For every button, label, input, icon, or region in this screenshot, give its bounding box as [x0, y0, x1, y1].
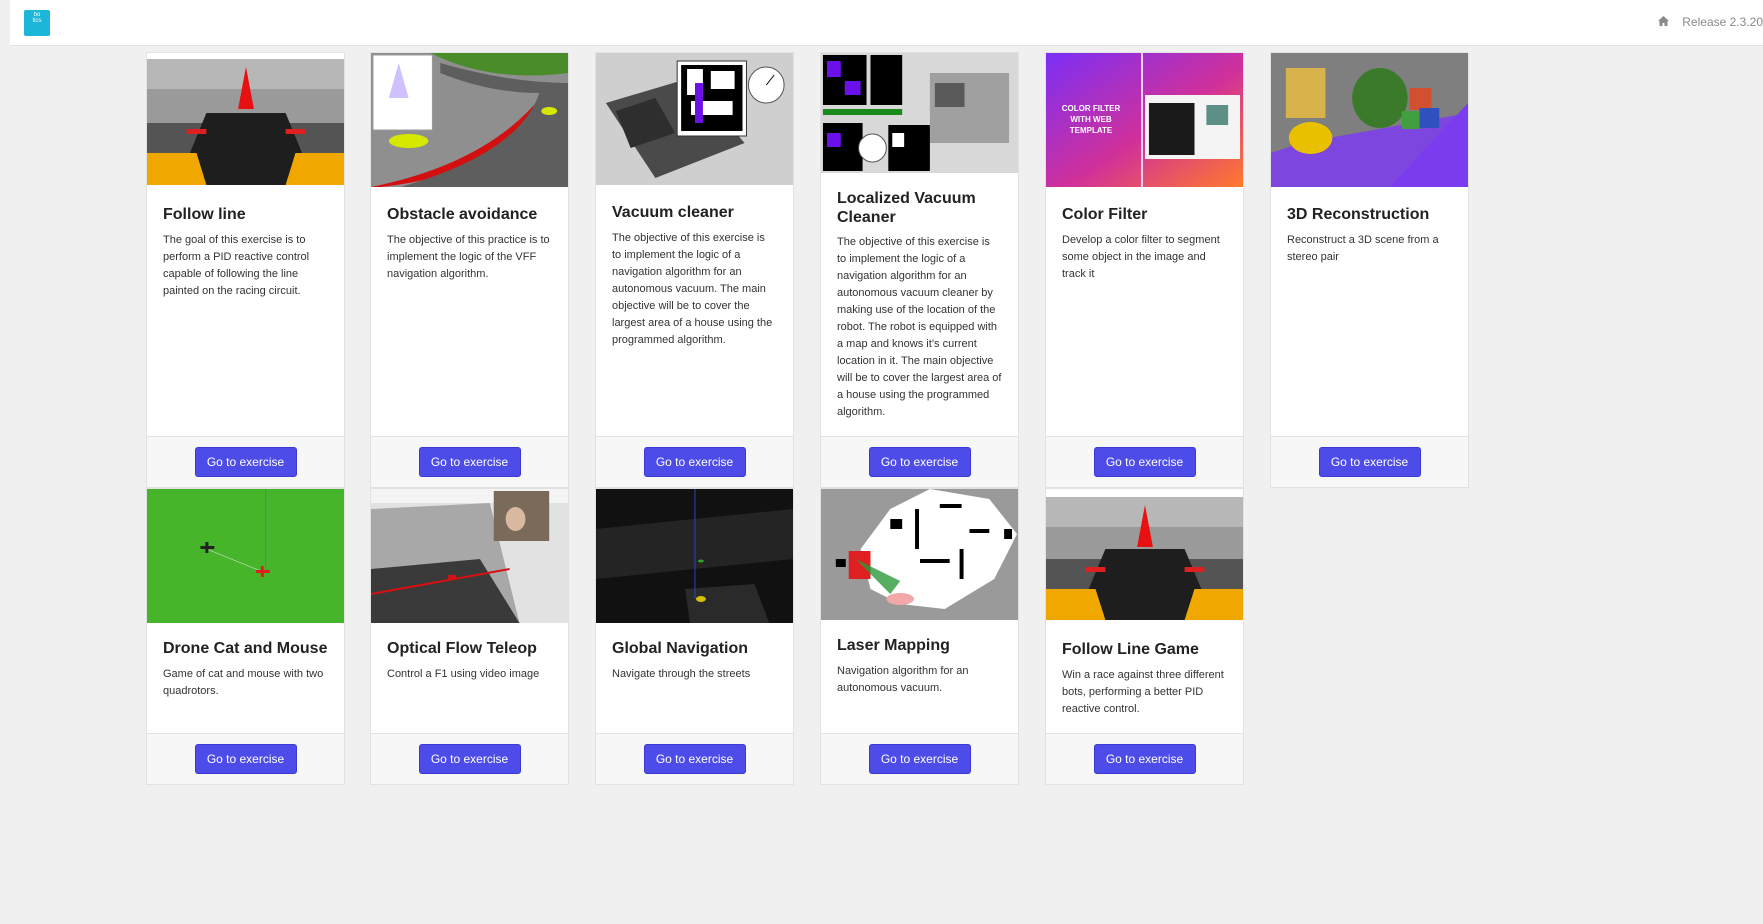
- vacuum-cleaner-thumbnail: [596, 53, 793, 185]
- exercise-card-laser-mapping: Laser Mapping Navigation algorithm for a…: [820, 488, 1019, 785]
- card-title: Vacuum cleaner: [612, 204, 734, 221]
- exercise-card-obstacle-avoidance: Obstacle avoidance The objective of this…: [370, 52, 569, 488]
- card-title: Optical Flow Teleop: [387, 640, 537, 657]
- card-description: Reconstruct a 3D scene from a stereo pai…: [1287, 234, 1439, 263]
- card-description: Game of cat and mouse with two quadrotor…: [163, 668, 324, 697]
- go-to-exercise-button[interactable]: Go to exercise: [418, 447, 521, 477]
- card-footer: Go to exercise: [821, 733, 1018, 784]
- card-footer: Go to exercise: [1046, 733, 1243, 784]
- color-filter-thumbnail: COLOR FILTER WITH WEB TEMPLATE: [1046, 53, 1243, 187]
- 3d-reconstruction-thumbnail: [1271, 53, 1468, 187]
- optical-flow-thumbnail: [371, 489, 568, 623]
- card-description: The objective of this exercise is to imp…: [837, 236, 1002, 418]
- card-title: Global Navigation: [612, 640, 749, 657]
- card-title: Obstacle avoidance: [387, 206, 538, 223]
- card-title: 3D Reconstruction: [1287, 206, 1430, 223]
- home-icon[interactable]: [1657, 16, 1669, 29]
- go-to-exercise-button[interactable]: Go to exercise: [1093, 447, 1196, 477]
- card-description: The goal of this exercise is to perform …: [163, 234, 310, 297]
- go-to-exercise-button[interactable]: Go to exercise: [643, 447, 746, 477]
- card-description: Navigation algorithm for an autonomous v…: [837, 665, 969, 694]
- card-footer: Go to exercise: [596, 436, 793, 487]
- go-to-exercise-button[interactable]: Go to exercise: [643, 744, 746, 774]
- release-label: Release 2.3.20: [1682, 15, 1763, 29]
- exercise-card-follow-line-game: Follow Line Game Win a race against thre…: [1045, 488, 1244, 785]
- card-description: Navigate through the streets: [612, 668, 751, 680]
- exercise-card-follow-line: Follow line The goal of this exercise is…: [146, 52, 345, 488]
- top-navbar: bo tics Release 2.3.20: [10, 0, 1763, 46]
- color-filter-thumbnail-caption: COLOR FILTER WITH WEB TEMPLATE: [1061, 104, 1121, 135]
- exercise-card-drone-cat-and-mouse: Drone Cat and Mouse Game of cat and mous…: [146, 488, 345, 785]
- drone-cat-mouse-thumbnail: [147, 489, 344, 623]
- card-footer: Go to exercise: [821, 436, 1018, 487]
- card-description: The objective of this practice is to imp…: [387, 234, 550, 280]
- logo-line-3: tics: [32, 18, 42, 24]
- exercise-card-optical-flow-teleop: Optical Flow Teleop Control a F1 using v…: [370, 488, 569, 785]
- localized-vacuum-thumbnail: [821, 53, 1018, 173]
- go-to-exercise-button[interactable]: Go to exercise: [868, 447, 971, 477]
- card-title: Color Filter: [1062, 206, 1148, 223]
- robotics-logo[interactable]: bo tics: [24, 10, 50, 36]
- card-description: Develop a color filter to segment some o…: [1062, 234, 1220, 280]
- obstacle-avoidance-thumbnail: [371, 53, 568, 187]
- follow-line-game-thumbnail: [1046, 489, 1243, 620]
- card-footer: Go to exercise: [1271, 436, 1468, 487]
- exercise-card-global-navigation: Global Navigation Navigate through the s…: [595, 488, 794, 785]
- exercise-card-localized-vacuum-cleaner: Localized Vacuum Cleaner The objective o…: [820, 52, 1019, 488]
- card-footer: Go to exercise: [371, 733, 568, 784]
- card-title: Laser Mapping: [837, 637, 950, 654]
- card-title: Follow line: [163, 206, 246, 223]
- card-footer: Go to exercise: [1046, 436, 1243, 487]
- exercise-card-color-filter: COLOR FILTER WITH WEB TEMPLATE Color Fil…: [1045, 52, 1244, 488]
- release-info: Release 2.3.20: [1657, 15, 1763, 29]
- card-description: Win a race against three different bots,…: [1062, 669, 1224, 715]
- card-footer: Go to exercise: [596, 733, 793, 784]
- card-description: Control a F1 using video image: [387, 668, 540, 680]
- go-to-exercise-button[interactable]: Go to exercise: [1318, 447, 1421, 477]
- global-navigation-thumbnail: [596, 489, 793, 623]
- go-to-exercise-button[interactable]: Go to exercise: [194, 744, 297, 774]
- card-footer: Go to exercise: [147, 733, 344, 784]
- card-description: The objective of this exercise is to imp…: [612, 232, 773, 346]
- card-title: Drone Cat and Mouse: [163, 640, 328, 657]
- follow-line-thumbnail: [147, 53, 344, 185]
- laser-mapping-thumbnail: [821, 489, 1018, 620]
- go-to-exercise-button[interactable]: Go to exercise: [868, 744, 971, 774]
- exercise-card-3d-reconstruction: 3D Reconstruction Reconstruct a 3D scene…: [1270, 52, 1469, 488]
- go-to-exercise-button[interactable]: Go to exercise: [1093, 744, 1196, 774]
- go-to-exercise-button[interactable]: Go to exercise: [194, 447, 297, 477]
- card-footer: Go to exercise: [147, 436, 344, 487]
- card-title: Localized Vacuum Cleaner: [837, 190, 976, 226]
- go-to-exercise-button[interactable]: Go to exercise: [418, 744, 521, 774]
- exercise-card-vacuum-cleaner: Vacuum cleaner The objective of this exe…: [595, 52, 794, 488]
- card-title: Follow Line Game: [1062, 641, 1199, 658]
- card-footer: Go to exercise: [371, 436, 568, 487]
